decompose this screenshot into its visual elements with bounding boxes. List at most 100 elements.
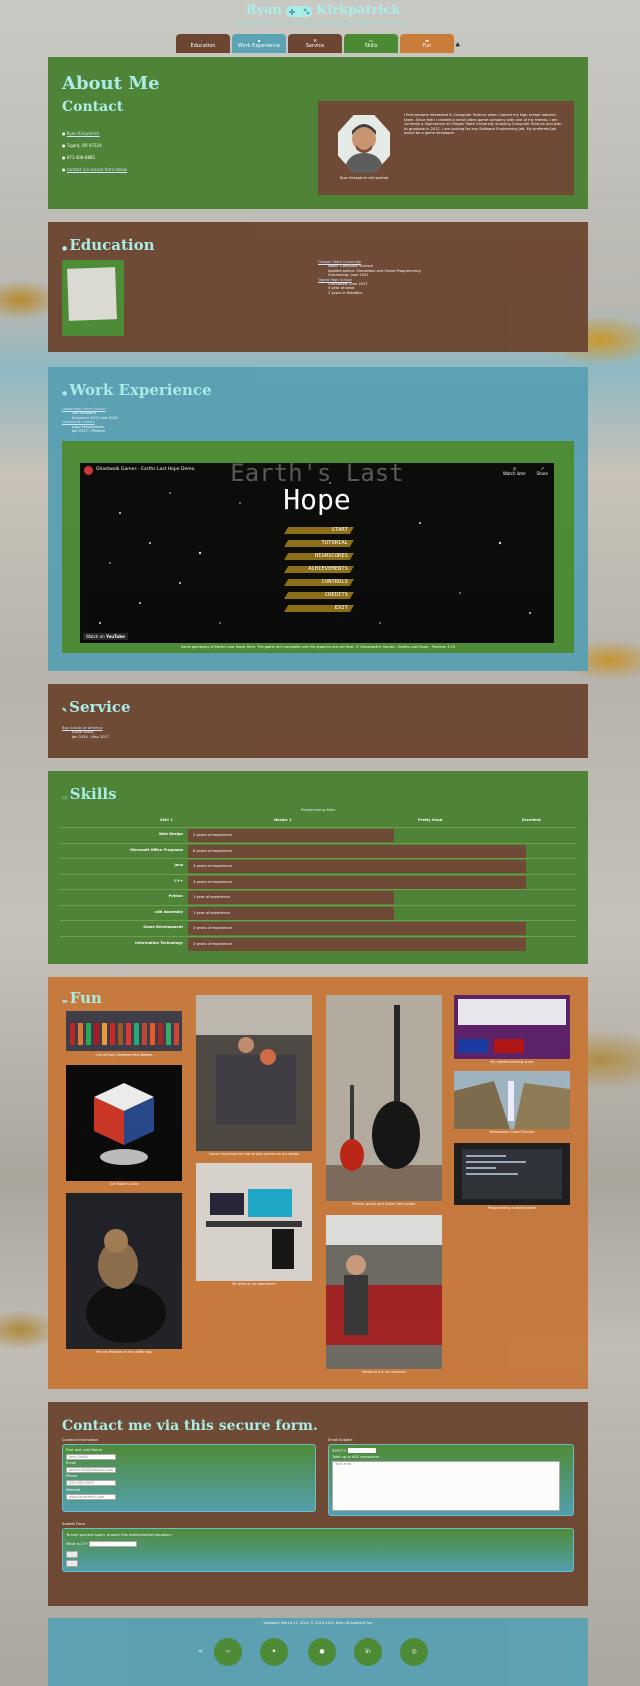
skill-row: Java 3 years of experience <box>60 858 576 873</box>
phone-input[interactable]: 555-555-5555 <box>66 1480 116 1486</box>
service-title-text: Service <box>69 698 131 716</box>
menu-achievements: ACHIEVEMENTS <box>284 566 354 573</box>
column-header-novice[interactable]: Novice ↕ <box>274 818 292 822</box>
education-section: ● Education Oregon State University Majo… <box>48 222 588 352</box>
nav-tabs: 🎓 Education ▪ Work Experience ⚒ Service ▭ Sk… <box>176 34 454 53</box>
perk-bottle <box>94 1023 99 1045</box>
github-icon[interactable]: ● <box>308 1638 336 1666</box>
photo-yellowstone: Yellowstone Grand Canyon <box>454 1071 570 1139</box>
laptop-gaming-image <box>196 995 312 1151</box>
photo-caption: 3x3 Rubik's Cube <box>109 1182 139 1186</box>
bsa-link[interactable]: Boy Scouts of America <box>62 726 103 730</box>
ths-link[interactable]: Tigard High School <box>318 278 352 282</box>
work-line: Jan 2017 - Present <box>72 429 105 434</box>
updated-note: Updated: March 21, 2021 © 2019-2021 Ryan… <box>263 1621 373 1625</box>
diploma-frame <box>62 260 124 336</box>
brand[interactable]: Ryan Kirkpatrick <box>0 2 640 20</box>
skill-level-bar: 3 years of experience <box>188 922 526 935</box>
submit-form-label: Submit Form <box>62 1522 85 1526</box>
submit-button[interactable] <box>66 1560 78 1567</box>
perk-bottle <box>102 1023 107 1045</box>
skill-level-bar: 1 year of experience <box>188 906 394 920</box>
photo-guitars: Electric guitar and Guitar Hero guitar <box>326 995 442 1211</box>
employer-link[interactable]: Lowenbrau Farm Lincoln <box>62 407 106 411</box>
reset-button[interactable] <box>66 1551 78 1558</box>
work-details: Lowenbrau Farm Lincoln Lab Assistant Sum… <box>62 407 118 433</box>
contact-form-link[interactable]: contact via secure form below <box>67 167 127 172</box>
laptop-icon: ▭ <box>62 794 70 801</box>
photo-caption: Electric guitar and Guitar Hero guitar <box>352 1202 416 1206</box>
tab-education[interactable]: 🎓 Education <box>176 34 230 53</box>
work-experience-section: ● Work Experience Lowenbrau Farm Lincoln… <box>48 367 588 671</box>
tab-service[interactable]: ⚒ Service <box>288 34 342 53</box>
skill-name: Microsoft Office Programs <box>130 847 183 852</box>
instagram-icon[interactable]: ◎ <box>400 1638 428 1666</box>
guitars-image <box>326 995 442 1201</box>
education-title-text: Education <box>69 236 155 254</box>
about-section: About Me Contact ● Ryan Kirkpatrick ● Ti… <box>48 57 588 209</box>
bio-text: I first became interested in Computer Sc… <box>404 113 562 136</box>
message-textarea[interactable]: Text area <box>332 1461 560 1511</box>
menu-start: START <box>284 527 354 534</box>
name-input[interactable]: Jane Smith <box>66 1454 116 1460</box>
email-subject-fieldset: Select a Total up to 400 characters Text… <box>328 1444 574 1516</box>
tab-label: Service <box>305 43 325 49</box>
tab-work-experience[interactable]: ▪ Work Experience <box>232 34 286 53</box>
perk-bottle <box>158 1023 163 1045</box>
header-label: Skill <box>160 818 169 822</box>
contact-email: ● contact via secure form below <box>62 167 127 172</box>
twitter-icon[interactable]: ✦ <box>260 1638 288 1666</box>
fun-title: ▬ Fun <box>62 989 102 1007</box>
bowling-score-image <box>454 995 570 1059</box>
watch-on-youtube-button[interactable]: Watch on YouTube <box>83 633 128 640</box>
column-header-pretty-good: Pretty Good <box>418 818 443 822</box>
share-icon[interactable]: < <box>198 1648 203 1655</box>
work-title-text: Work Experience <box>69 381 212 399</box>
gamepad-icon: ▬ <box>62 998 70 1005</box>
service-details: Boy Scouts of America Eagle Scout Jan 20… <box>62 726 109 739</box>
email-input[interactable]: janesmith@example.com <box>66 1467 116 1473</box>
gamepad-icon[interactable]: ♣ <box>455 42 460 49</box>
tab-label: Skills <box>364 43 378 49</box>
gamepad-logo-icon <box>286 6 312 17</box>
skills-table-caption: Programming Skills <box>300 808 336 812</box>
website-input[interactable]: www.janesmith.com <box>66 1494 116 1500</box>
employer-link[interactable]: Ghostwalk Games <box>62 420 94 424</box>
photo-mustang: Mustang is a car museum <box>326 1215 442 1379</box>
youtube-video-player[interactable]: Ghostwalk Games - Earths Last Hope Demo … <box>80 463 554 643</box>
menu-tutorial: TUTORIAL <box>284 540 354 547</box>
name-link[interactable]: Ryan Kirkpatrick <box>67 131 100 136</box>
skill-name: Java <box>174 863 183 867</box>
perk-bottle <box>110 1023 115 1045</box>
photo-caption: My highest bowling score <box>490 1060 534 1064</box>
skill-row: Information Technology 3 years of experie… <box>60 935 576 951</box>
first-name: Ryan <box>246 3 283 18</box>
codepen-icon[interactable]: ‹› <box>214 1638 242 1666</box>
photo-caption: Mustang is a car museum <box>362 1370 406 1374</box>
skill-row: Web Design 2 years of experience <box>60 827 576 842</box>
person-portrait <box>344 124 384 173</box>
game-title-hope: Hope <box>283 483 351 516</box>
photo-caption: Ryan Kirkpatrick self-portrait <box>339 176 389 180</box>
tab-skills[interactable]: ▭ Skills <box>344 34 398 53</box>
contact-title: Contact <box>62 99 124 115</box>
linkedin-icon[interactable]: in <box>354 1638 382 1666</box>
tab-fun[interactable]: ▬ Fun <box>400 34 454 53</box>
skill-level-bar: 6 years of experience <box>188 844 526 858</box>
char-limit-note: Total up to 400 characters <box>332 1455 380 1459</box>
profile-photo <box>338 115 390 173</box>
footer: Updated: March 21, 2021 © 2019-2021 Ryan… <box>48 1618 588 1686</box>
perk-bottle <box>166 1023 171 1045</box>
subject-select[interactable] <box>347 1448 376 1453</box>
contact-form-section: Contact me via this secure form. Contact… <box>48 1402 588 1606</box>
skill-level-bar: 3 years of experience <box>188 860 526 873</box>
column-header-skill[interactable]: Skill ↕ <box>160 818 173 822</box>
fun-section: ▬ Fun Call of Duty Zombies Perk Bottles … <box>48 977 588 1389</box>
programming-image <box>454 1143 570 1205</box>
math-answer-input[interactable] <box>89 1541 137 1547</box>
rubiks-cube-image <box>66 1065 182 1181</box>
osu-link[interactable]: Oregon State University <box>318 260 361 264</box>
perk-bottle <box>86 1023 91 1045</box>
education-details: Oregon State University Major: Computer … <box>318 260 421 295</box>
contact-form-title: Contact me via this secure form. <box>62 1418 318 1434</box>
